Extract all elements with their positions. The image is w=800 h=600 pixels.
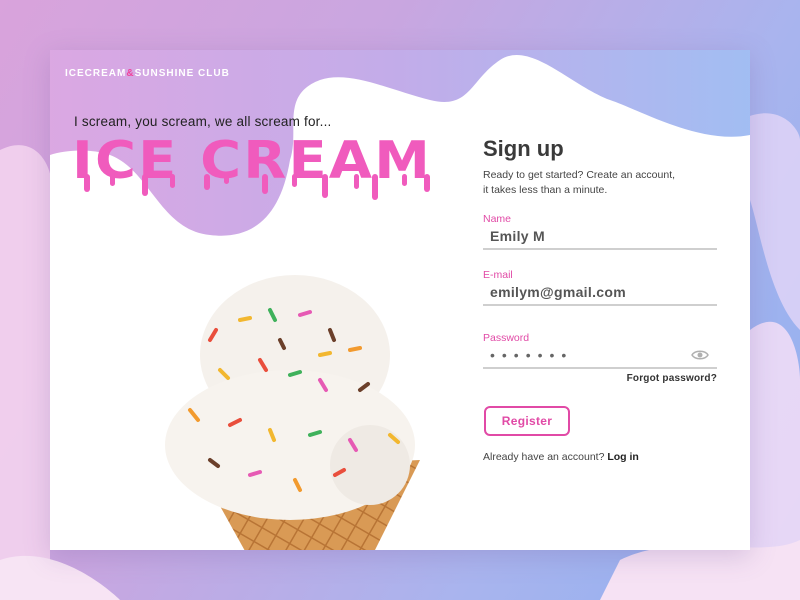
- register-button[interactable]: Register: [484, 406, 570, 436]
- form-title: Sign up: [483, 136, 564, 161]
- hero-tagline: I scream, you scream, we all scream for.…: [74, 114, 332, 129]
- login-prompt: Already have an account?: [483, 451, 605, 463]
- password-field[interactable]: •••••••: [490, 347, 573, 363]
- hero-title: ICE CREAM: [72, 131, 430, 200]
- email-underline: [483, 304, 717, 306]
- name-label: Name: [483, 213, 512, 225]
- name-underline: [483, 248, 717, 250]
- brand-ampersand: &: [126, 68, 135, 79]
- name-field[interactable]: Emily M: [490, 228, 545, 244]
- password-label: Password: [483, 332, 530, 344]
- password-underline: [483, 367, 717, 369]
- brand-logo: ICECREAM&SUNSHINE CLUB: [65, 68, 230, 79]
- login-prompt-row: Already have an account? Log in: [483, 451, 639, 463]
- email-label: E-mail: [483, 269, 513, 281]
- ice-cream-image: [165, 275, 420, 550]
- email-field[interactable]: emilym@gmail.com: [490, 284, 626, 300]
- eye-icon[interactable]: [691, 349, 709, 361]
- brand-part1: ICECREAM: [65, 68, 127, 79]
- login-link[interactable]: Log in: [607, 451, 639, 463]
- form-subtitle: Ready to get started? Create an account,…: [483, 169, 676, 196]
- signup-form: Sign up Ready to get started? Create an …: [483, 50, 723, 550]
- signup-card: ICECREAM&SUNSHINE CLUB I scream, you scr…: [50, 50, 750, 550]
- brand-part2: SUNSHINE CLUB: [134, 68, 230, 79]
- forgot-password-link[interactable]: Forgot password?: [627, 373, 717, 384]
